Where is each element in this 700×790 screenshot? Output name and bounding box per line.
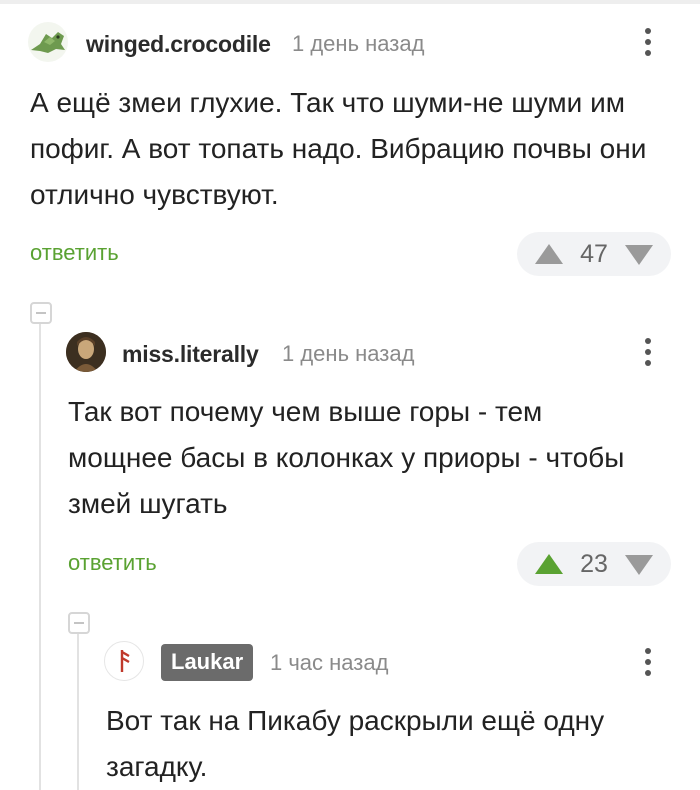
collapse-thread-icon[interactable]: [68, 612, 90, 634]
more-options-icon[interactable]: [636, 642, 660, 682]
avatar[interactable]: [28, 22, 68, 62]
author-badge[interactable]: Laukar: [161, 644, 254, 681]
thread-line: [77, 634, 79, 790]
downvote-icon[interactable]: [625, 245, 653, 265]
crocodile-icon: [31, 32, 65, 53]
username[interactable]: miss.literally: [122, 341, 259, 368]
username[interactable]: winged.crocodile: [86, 31, 271, 58]
collapse-thread-icon[interactable]: [30, 302, 52, 324]
rune-icon: [120, 650, 130, 672]
more-options-icon[interactable]: [636, 22, 660, 62]
reply-button[interactable]: ответить: [30, 240, 119, 266]
timestamp: 1 день назад: [292, 31, 425, 56]
avatar[interactable]: [66, 332, 106, 372]
comment-text: А ещё змеи глухие. Так что шуми-не шуми …: [30, 87, 647, 210]
upvote-icon[interactable]: [535, 244, 563, 264]
thread-line: [39, 324, 41, 790]
upvote-icon[interactable]: [535, 554, 563, 574]
timestamp: 1 час назад: [270, 650, 389, 675]
portrait-icon: [66, 332, 106, 372]
rating-count: 23: [580, 550, 608, 578]
reply-button[interactable]: ответить: [68, 550, 157, 576]
rating-widget: 47: [517, 232, 671, 276]
downvote-icon[interactable]: [625, 555, 653, 575]
more-options-icon[interactable]: [636, 332, 660, 372]
comment-text: Так вот почему чем выше горы - тем мощне…: [68, 396, 625, 519]
rating-count: 47: [580, 240, 608, 268]
rating-widget: 23: [517, 542, 671, 586]
top-divider: [0, 0, 700, 4]
avatar[interactable]: [104, 641, 144, 681]
comment-text: Вот так на Пикабу раскрыли ещё одну зага…: [106, 705, 605, 782]
timestamp: 1 день назад: [282, 341, 415, 366]
